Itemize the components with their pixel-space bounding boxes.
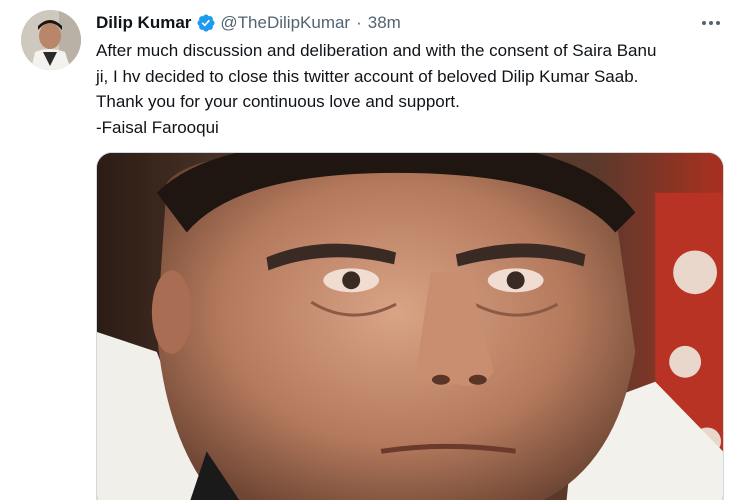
tweet-text-line: Thank you for your continuous love and s… [96,92,460,111]
avatar-image [21,10,81,70]
more-horizontal-icon[interactable] [700,12,722,34]
tweet-text: After much discussion and deliberation a… [96,38,724,140]
tweet-photo[interactable] [96,152,724,500]
tweet: Dilip Kumar @TheDilipKumar · 38m After m… [0,0,744,500]
author-name[interactable]: Dilip Kumar [96,13,191,33]
portrait-photo [97,153,723,500]
verified-badge-icon [196,13,216,33]
tweet-header: Dilip Kumar @TheDilipKumar · 38m [96,12,401,34]
tweet-text-line: After much discussion and deliberation a… [96,41,657,60]
avatar[interactable] [21,10,81,70]
tweet-text-line: -Faisal Farooqui [96,117,219,137]
tweet-text-line: ji, I hv decided to close this twitter a… [96,66,639,86]
tweet-timestamp[interactable]: 38m [368,13,401,33]
separator-dot: · [356,13,362,32]
author-handle[interactable]: @TheDilipKumar [220,13,350,33]
